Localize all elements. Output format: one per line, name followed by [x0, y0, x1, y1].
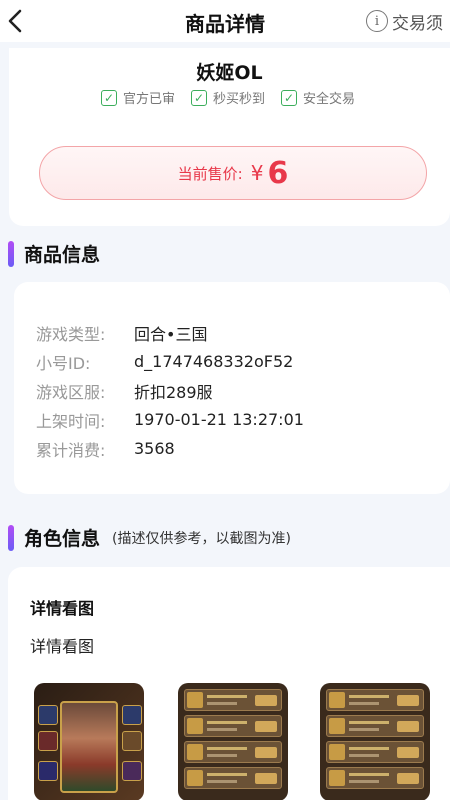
list-row [326, 715, 424, 737]
item-text [349, 695, 389, 698]
tag-label: 安全交易 [303, 92, 356, 107]
item-button [255, 747, 277, 758]
check-icon: ✓ [191, 89, 208, 106]
item-button [255, 695, 277, 706]
item-button [255, 721, 277, 732]
section-accent-bar [8, 240, 14, 267]
item-button [255, 773, 277, 784]
tag-official-reviewed: ✓ 官方已审 [101, 88, 175, 107]
item-icon [187, 744, 203, 760]
item-text [207, 780, 237, 783]
list-row [326, 741, 424, 763]
info-row-listed-time: 上架时间: 1970-01-21 13:27:01 [36, 405, 304, 434]
product-info-heading: 商品信息 [8, 240, 100, 267]
item-text [207, 695, 247, 698]
list-row [184, 767, 282, 789]
list-row [326, 689, 424, 711]
character-portrait [60, 701, 118, 793]
info-value: 3568 [134, 439, 175, 458]
item-button [397, 721, 419, 732]
item-icon [187, 718, 203, 734]
screenshot-thumbnail-character[interactable] [34, 683, 144, 800]
item-text [349, 754, 379, 757]
item-icon [329, 718, 345, 734]
screenshot-thumbnail-items[interactable] [320, 683, 430, 800]
section-note: (描述仅供参考，以截图为准) [112, 530, 291, 547]
top-bar: 商品详情 i 交易须 [0, 0, 450, 42]
trade-notice-label: 交易须 [392, 13, 443, 34]
price-currency: ¥ [250, 161, 264, 185]
equipment-slot [38, 731, 58, 751]
item-text [207, 754, 237, 757]
list-row [184, 715, 282, 737]
info-value: 1970-01-21 13:27:01 [134, 410, 304, 429]
price-label: 当前售价: [177, 164, 243, 183]
section-accent-bar [8, 524, 14, 551]
item-text [349, 702, 379, 705]
check-icon: ✓ [281, 89, 298, 106]
detail-description: 详情看图 [30, 637, 95, 656]
game-name: 妖姬OL [196, 62, 263, 84]
info-icon: i [366, 10, 388, 32]
detail-title: 详情看图 [30, 599, 95, 618]
info-value: d_1747468332oF52 [134, 352, 294, 371]
tag-safe-trade: ✓ 安全交易 [281, 88, 355, 107]
info-label: 上架时间: [36, 411, 106, 431]
item-button [397, 773, 419, 784]
item-text [207, 747, 247, 750]
info-value: 回合•三国 [134, 324, 208, 344]
section-title: 商品信息 [24, 244, 101, 266]
info-label: 游戏类型: [36, 324, 106, 344]
item-button [397, 747, 419, 758]
item-icon [187, 692, 203, 708]
product-info-card: 游戏类型: 回合•三国 小号ID: d_1747468332oF52 游戏区服:… [14, 282, 450, 494]
item-text [349, 773, 389, 776]
item-text [207, 773, 247, 776]
item-text [349, 747, 389, 750]
item-icon [329, 770, 345, 786]
info-label: 小号ID: [36, 353, 91, 373]
equipment-slot [38, 761, 58, 781]
item-text [207, 728, 237, 731]
role-info-heading: 角色信息 (描述仅供参考，以截图为准) [8, 524, 291, 551]
equipment-slot [122, 705, 142, 725]
item-icon [329, 692, 345, 708]
info-row-game-type: 游戏类型: 回合•三国 [36, 318, 304, 347]
item-text [349, 728, 379, 731]
price-value: 6 [267, 155, 289, 191]
tag-label: 官方已审 [123, 92, 176, 107]
list-row [184, 689, 282, 711]
guarantee-tags: ✓ 官方已审 ✓ 秒买秒到 ✓ 安全交易 [101, 88, 355, 107]
screenshot-thumbnail-inventory[interactable] [178, 683, 288, 800]
equipment-slot [122, 761, 142, 781]
info-list: 游戏类型: 回合•三国 小号ID: d_1747468332oF52 游戏区服:… [36, 318, 304, 463]
price-box: 当前售价: ¥ 6 [39, 146, 427, 200]
info-label: 累计消费: [36, 440, 106, 460]
list-row [326, 767, 424, 789]
info-row-total-spend: 累计消费: 3568 [36, 434, 304, 463]
tag-label: 秒买秒到 [213, 92, 266, 107]
item-text [349, 780, 379, 783]
info-value: 折扣289服 [134, 382, 213, 402]
item-icon [329, 744, 345, 760]
section-title: 角色信息 [24, 528, 101, 550]
info-row-account-id: 小号ID: d_1747468332oF52 [36, 347, 304, 376]
tag-instant-delivery: ✓ 秒买秒到 [191, 88, 265, 107]
item-button [397, 695, 419, 706]
equipment-slot [122, 731, 142, 751]
role-detail-card: 详情看图 详情看图 [8, 567, 450, 800]
item-text [207, 721, 247, 724]
info-label: 游戏区服: [36, 382, 106, 402]
item-icon [187, 770, 203, 786]
check-icon: ✓ [101, 89, 117, 106]
product-summary-card: 妖姬OL ✓ 官方已审 ✓ 秒买秒到 ✓ 安全交易 当前售价: ¥ 6 [9, 48, 450, 226]
equipment-slot [38, 705, 58, 725]
info-row-server: 游戏区服: 折扣289服 [36, 376, 304, 405]
trade-notice-link[interactable]: i 交易须 [366, 9, 443, 34]
list-row [184, 741, 282, 763]
item-text [349, 721, 389, 724]
item-text [207, 702, 237, 705]
